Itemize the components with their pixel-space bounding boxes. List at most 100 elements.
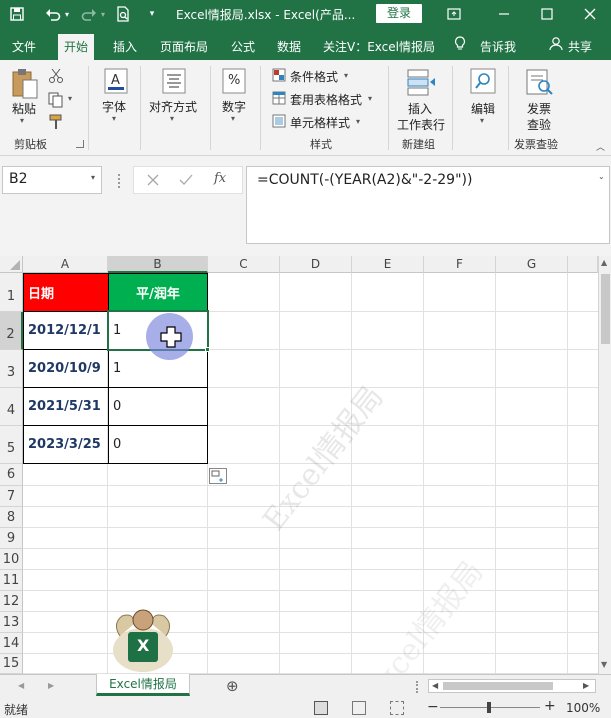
row-header-8[interactable]: 8	[0, 507, 23, 528]
column-header-c[interactable]: C	[208, 256, 280, 273]
edit-label[interactable]: 编辑	[471, 100, 495, 117]
row-header-4[interactable]: 4	[0, 388, 23, 426]
row-header-15[interactable]: 15	[0, 654, 23, 674]
conditional-format-icon[interactable]	[272, 68, 286, 82]
column-header-a[interactable]: A	[23, 256, 108, 273]
row-header-11[interactable]: 11	[0, 570, 23, 591]
table-format-caret-icon[interactable]: ▾	[368, 94, 372, 103]
copy-icon[interactable]	[48, 92, 64, 108]
redo-icon[interactable]	[80, 4, 98, 24]
search-icon[interactable]	[470, 68, 496, 94]
column-header-e[interactable]: E	[352, 256, 424, 273]
copy-caret-icon[interactable]: ▾	[68, 94, 72, 103]
ribbon-display-icon[interactable]	[444, 4, 464, 24]
table-format-icon[interactable]	[272, 91, 286, 105]
row-header-2[interactable]: 2	[0, 312, 23, 350]
h-scroll-right-icon[interactable]: ▶	[583, 681, 589, 690]
maximize-icon[interactable]	[537, 4, 557, 24]
undo-icon[interactable]	[44, 4, 62, 24]
tab-data[interactable]: 数据	[277, 38, 301, 55]
next-sheet-icon[interactable]: ▶	[48, 681, 54, 690]
vertical-scrollbar[interactable]: ▲ ▼	[598, 256, 611, 674]
normal-view-icon[interactable]	[314, 701, 328, 715]
add-sheet-icon[interactable]: ⊕	[226, 677, 239, 695]
paste-caret-icon[interactable]: ▾	[20, 116, 24, 125]
select-all-corner[interactable]	[0, 256, 23, 273]
invoice-icon[interactable]	[524, 68, 554, 96]
undo-dropdown-icon[interactable]: ▾	[63, 4, 71, 24]
date-cell[interactable]: 2021/5/31	[23, 387, 109, 426]
print-preview-icon[interactable]	[114, 4, 132, 24]
invoice-label-1[interactable]: 发票	[527, 100, 551, 117]
tab-follow[interactable]: 关注V：Excel情报局	[323, 38, 435, 55]
column-header-d[interactable]: D	[280, 256, 352, 273]
page-break-view-icon[interactable]	[390, 701, 404, 715]
collapse-ribbon-icon[interactable]: ︿	[596, 140, 605, 153]
align-icon[interactable]	[162, 68, 186, 94]
row-header-1[interactable]: 1	[0, 273, 23, 312]
insert-function-icon[interactable]: fx	[214, 171, 226, 186]
header-date-cell[interactable]: 日期	[23, 273, 109, 312]
header-leap-cell[interactable]: 平/润年	[108, 273, 208, 312]
column-header-g[interactable]: G	[496, 256, 568, 273]
zoom-level[interactable]: 100%	[566, 701, 600, 715]
h-scroll-thumb[interactable]	[443, 682, 553, 690]
align-label[interactable]: 对齐方式	[149, 98, 197, 115]
zoom-in-button[interactable]: +	[544, 698, 556, 714]
lightbulb-icon[interactable]	[454, 36, 466, 54]
row-header-9[interactable]: 9	[0, 528, 23, 549]
cell-style-caret-icon[interactable]: ▾	[356, 117, 360, 126]
cut-icon[interactable]	[48, 68, 64, 84]
formula-input[interactable]: =COUNT(-(YEAR(A2)&"-2-29"))	[246, 166, 610, 244]
quick-analysis-icon[interactable]	[209, 468, 227, 484]
date-cell[interactable]: 2023/3/25	[23, 425, 109, 464]
tab-home[interactable]: 开始	[58, 34, 95, 60]
cell-style-label[interactable]: 单元格样式	[290, 114, 350, 131]
font-icon[interactable]: A	[104, 68, 128, 94]
tell-me[interactable]: 告诉我	[480, 38, 516, 55]
row-header-10[interactable]: 10	[0, 549, 23, 570]
horizontal-scrollbar[interactable]: ◀ ▶	[428, 679, 596, 693]
insert-rows-icon[interactable]	[406, 68, 436, 96]
date-cell[interactable]: 2020/10/9	[23, 349, 109, 388]
number-caret-icon[interactable]: ▾	[231, 114, 235, 123]
name-box[interactable]: B2 ▾	[2, 166, 102, 194]
save-icon[interactable]	[8, 4, 26, 24]
edit-caret-icon[interactable]: ▾	[480, 116, 484, 125]
insert-label[interactable]: 插入	[408, 100, 432, 117]
font-label[interactable]: 字体	[102, 98, 126, 115]
minimize-icon[interactable]	[494, 4, 514, 24]
number-icon[interactable]: %	[222, 68, 246, 94]
clipboard-launcher-icon[interactable]	[76, 140, 84, 148]
cancel-icon[interactable]	[146, 173, 160, 190]
conditional-format-caret-icon[interactable]: ▾	[344, 71, 348, 80]
row-header-3[interactable]: 3	[0, 350, 23, 388]
paste-icon[interactable]	[10, 68, 40, 100]
scroll-thumb[interactable]	[601, 274, 610, 344]
tab-formulas[interactable]: 公式	[231, 38, 255, 55]
cell-style-icon[interactable]	[272, 114, 286, 128]
spreadsheet-grid[interactable]: ABCDEFG 1 2 3 4 5 6 7 8 9 10 11 12 13 14 15 日期 平/润年 20…	[0, 256, 611, 674]
tab-file[interactable]: 文件	[12, 38, 36, 55]
column-header-f[interactable]: F	[424, 256, 496, 273]
enter-icon[interactable]	[179, 173, 193, 190]
person-icon[interactable]	[549, 36, 563, 54]
row-header-13[interactable]: 13	[0, 612, 23, 633]
scroll-down-icon[interactable]: ▼	[601, 660, 607, 669]
table-format-label[interactable]: 套用表格格式	[290, 91, 362, 108]
redo-dropdown-icon[interactable]: ▾	[99, 4, 107, 24]
date-cell[interactable]: 2012/12/1	[23, 311, 109, 350]
formula-expand-icon[interactable]: ⌄	[598, 172, 605, 181]
name-box-caret-icon[interactable]: ▾	[91, 173, 95, 182]
invoice-label-2[interactable]: 查验	[527, 116, 551, 133]
scroll-up-icon[interactable]: ▲	[601, 258, 607, 267]
zoom-slider-thumb[interactable]	[487, 702, 491, 713]
login-button[interactable]: 登录	[376, 4, 422, 23]
leap-year-cell[interactable]: 0	[108, 425, 208, 464]
row-header-7[interactable]: 7	[0, 486, 23, 507]
column-header-b[interactable]: B	[108, 256, 208, 273]
row-header-5[interactable]: 5	[0, 426, 23, 464]
align-caret-icon[interactable]: ▾	[170, 114, 174, 123]
format-painter-icon[interactable]	[48, 114, 64, 130]
customize-qat-icon[interactable]: ▾	[146, 4, 158, 24]
